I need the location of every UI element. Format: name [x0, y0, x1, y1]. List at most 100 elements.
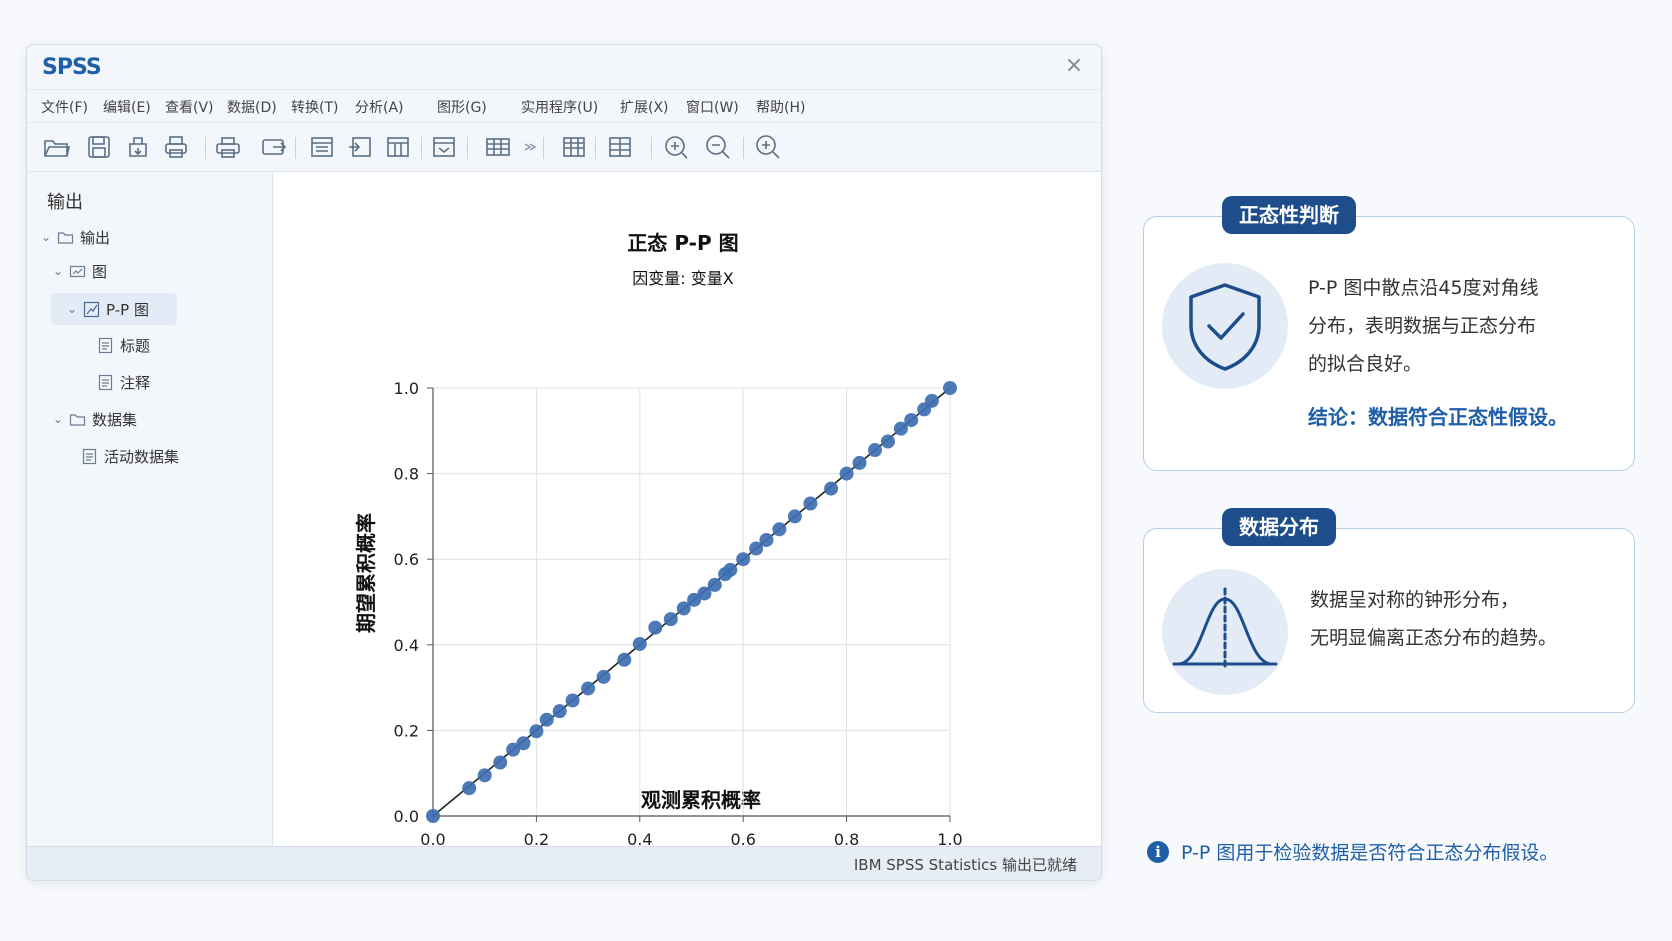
zoom-out-icon[interactable]: [703, 132, 733, 162]
menu-graphs[interactable]: 图形(G): [437, 97, 487, 117]
data-point: [552, 704, 567, 719]
chevron-down-icon[interactable]: ⌄: [65, 302, 79, 316]
shield-check-icon: [1162, 263, 1288, 389]
data-point: [617, 652, 632, 667]
navigator-title: 输出: [47, 192, 83, 213]
data-point: [462, 781, 477, 796]
goto-variable-icon[interactable]: [383, 132, 413, 162]
y-tick-label: 0.0: [394, 807, 419, 826]
menu-help[interactable]: 帮助(H): [756, 97, 805, 117]
y-axis-label: 期望累积概率: [354, 513, 378, 633]
chevron-down-icon[interactable]: ⌄: [51, 412, 65, 426]
normality-line-3: 的拟合良好。: [1308, 353, 1423, 375]
data-point: [539, 712, 554, 727]
data-point: [477, 768, 492, 783]
chart-subtitle: 因变量: 变量X: [632, 269, 733, 288]
export-output-icon[interactable]: [259, 132, 289, 162]
menu-utilities[interactable]: 实用程序(U): [521, 97, 598, 117]
tree-label: 输出: [80, 228, 111, 247]
data-point: [493, 755, 508, 770]
bell-curve-icon: [1162, 569, 1288, 695]
data-point: [529, 724, 544, 739]
data-point: [852, 455, 867, 470]
data-point: [663, 612, 678, 627]
open-folder-icon[interactable]: [41, 132, 71, 162]
data-point: [516, 736, 531, 751]
menu-data[interactable]: 数据(D): [227, 97, 277, 117]
x-tick-label: 0.2: [524, 830, 549, 846]
data-point: [924, 393, 939, 408]
insert-table-icon[interactable]: [483, 132, 513, 162]
insert-cases-icon[interactable]: [559, 132, 589, 162]
tree-item-pp-plot[interactable]: ⌄ P-P 图: [51, 293, 177, 325]
data-point: [943, 381, 957, 395]
y-tick-label: 1.0: [394, 379, 419, 398]
data-point: [824, 481, 839, 496]
data-point: [565, 693, 580, 708]
save-icon[interactable]: [84, 132, 114, 162]
tree-label: 标题: [120, 336, 151, 355]
y-tick-label: 0.8: [394, 465, 419, 484]
normality-card: 正态性判断 P-P 图中散点沿45度对角线 分布，表明数据与正态分布 的拟合良好…: [1143, 196, 1635, 471]
goto-data-icon[interactable]: [307, 132, 337, 162]
tree-item-active-dataset[interactable]: 活动数据集: [77, 443, 179, 469]
normality-line-2: 分布，表明数据与正态分布: [1308, 315, 1537, 337]
y-tick-label: 0.4: [394, 636, 419, 655]
tree-label: 注释: [120, 373, 151, 392]
data-point: [787, 509, 802, 524]
x-tick-label: 0.4: [627, 830, 652, 846]
data-point: [707, 577, 722, 592]
graph-folder-icon: [69, 265, 86, 277]
folder-icon: [57, 231, 74, 244]
tree-item-dataset[interactable]: ⌄ 数据集: [51, 406, 137, 432]
tree-item-notes[interactable]: 注释: [93, 369, 150, 395]
data-point: [904, 413, 919, 428]
title-bar: SPSS ×: [27, 45, 1101, 90]
menu-view[interactable]: 查看(V): [165, 97, 214, 117]
spss-window: SPSS × 文件(F) 编辑(E) 查看(V) 数据(D) 转换(T) 分析(…: [26, 44, 1102, 881]
export-icon[interactable]: [123, 132, 153, 162]
print-icon[interactable]: [161, 132, 191, 162]
chevron-down-icon[interactable]: ⌄: [51, 264, 65, 278]
status-bar: IBM SPSS Statistics 输出已就绪: [27, 846, 1101, 880]
tree-label: 数据集: [92, 410, 138, 429]
data-point: [648, 620, 663, 635]
menu-edit[interactable]: 编辑(E): [103, 97, 151, 117]
menu-transform[interactable]: 转换(T): [291, 97, 338, 117]
tree-label: 活动数据集: [104, 447, 180, 466]
split-file-icon[interactable]: [605, 132, 635, 162]
y-tick-label: 0.6: [394, 550, 419, 569]
print-preview-icon[interactable]: [213, 132, 243, 162]
menu-bar: 文件(F) 编辑(E) 查看(V) 数据(D) 转换(T) 分析(A) 图形(G…: [27, 90, 1101, 123]
status-text: IBM SPSS Statistics 输出已就绪: [853, 856, 1077, 874]
tree-item-title[interactable]: 标题: [93, 332, 150, 358]
zoom-in-icon[interactable]: [753, 132, 783, 162]
x-tick-label: 0.0: [420, 830, 445, 846]
chevron-down-icon[interactable]: ⌄: [39, 230, 53, 244]
chart-icon: [83, 301, 100, 317]
menu-extensions[interactable]: 扩展(X): [620, 97, 669, 117]
goto-case-icon[interactable]: [346, 132, 376, 162]
menu-analyze[interactable]: 分析(A): [355, 97, 404, 117]
data-point: [632, 636, 647, 651]
info-icon: i: [1147, 840, 1169, 863]
tree-label: P-P 图: [106, 300, 149, 319]
data-point: [868, 443, 883, 458]
close-button[interactable]: ×: [1061, 53, 1087, 79]
app-logo: SPSS: [42, 55, 102, 80]
output-navigator: 输出 ⌄ 输出 ⌄ 图 ⌄ P-P 图 标题 注释 ⌄ 数据集 活动数据集: [27, 172, 273, 846]
data-point: [803, 496, 818, 511]
select-cases-icon[interactable]: [661, 132, 691, 162]
data-point: [880, 434, 895, 449]
variables-icon[interactable]: [429, 132, 459, 162]
data-point: [723, 562, 738, 577]
distribution-tag: 数据分布: [1222, 508, 1336, 546]
pp-plot-chart[interactable]: 正态 P-P 图 因变量: 变量X 观测累积概率 期望累积概率 0.0 0.2 0.…: [273, 172, 1101, 846]
normality-conclusion: 结论：数据符合正态性假设。: [1308, 405, 1568, 429]
data-point: [772, 522, 787, 537]
tree-item-output[interactable]: ⌄ 输出: [39, 224, 110, 250]
normality-tag: 正态性判断: [1222, 196, 1356, 234]
tree-item-graph[interactable]: ⌄ 图: [51, 258, 107, 284]
menu-window[interactable]: 窗口(W): [686, 97, 739, 117]
menu-file[interactable]: 文件(F): [41, 97, 88, 117]
